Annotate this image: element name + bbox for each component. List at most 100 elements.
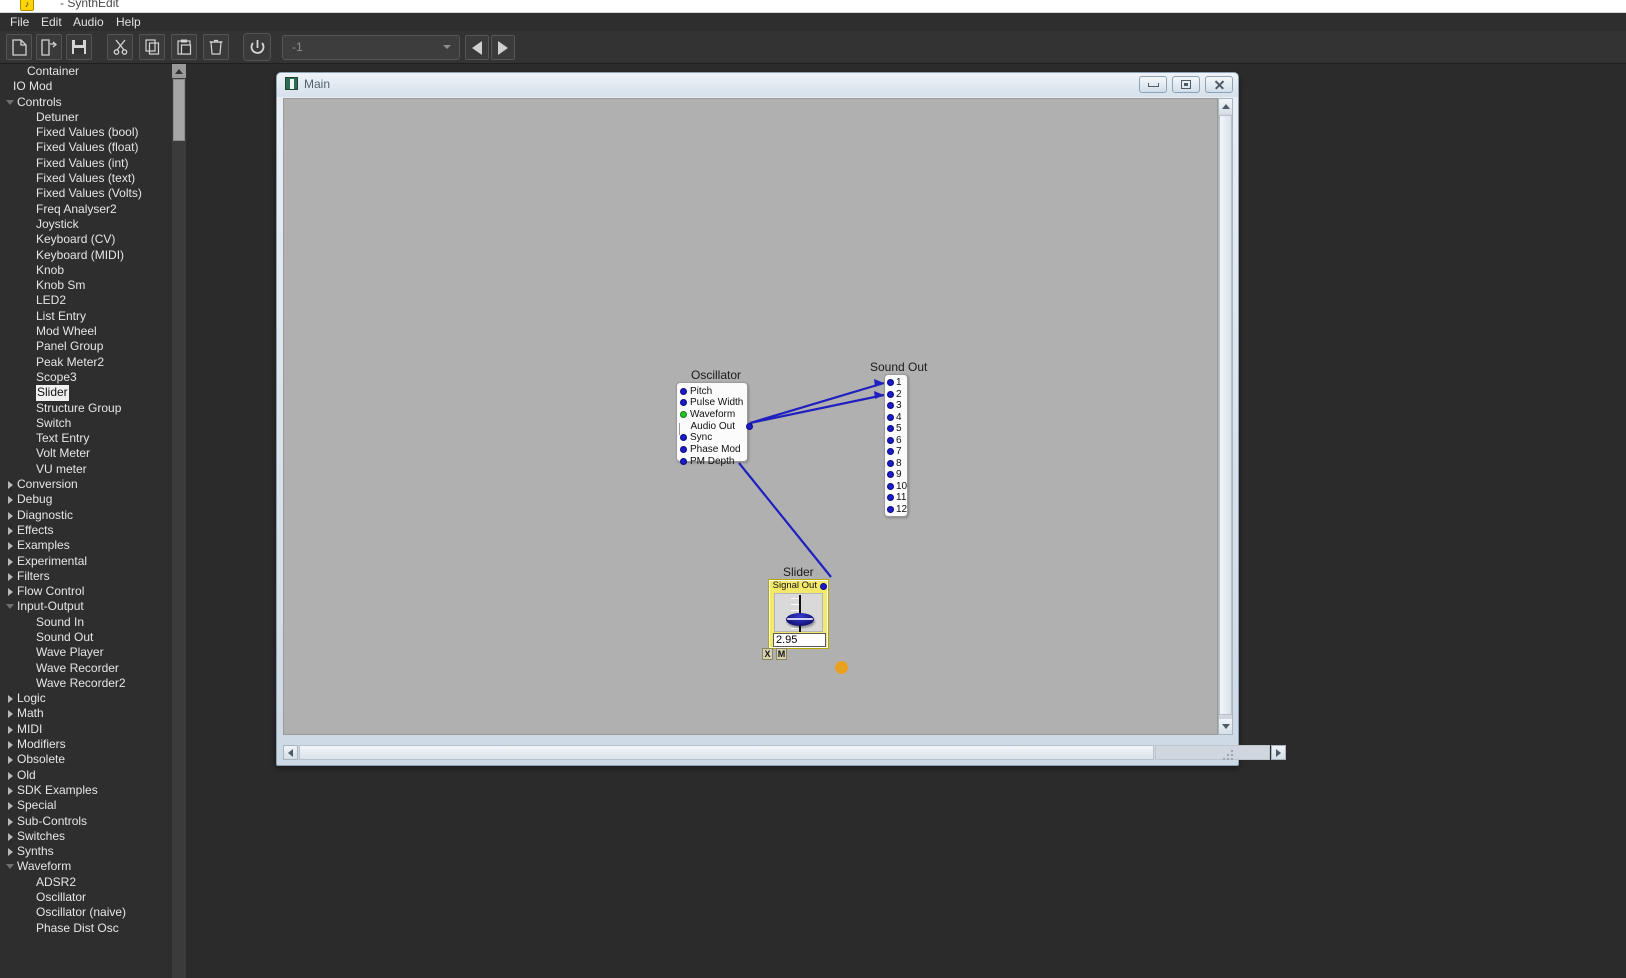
- mdi-titlebar[interactable]: Main: [277, 73, 1238, 97]
- sidebar-item-switches[interactable]: Switches: [0, 829, 172, 844]
- chevron-right-icon[interactable]: [8, 802, 13, 811]
- canvas-vertical-scrollbar[interactable]: [1218, 98, 1233, 735]
- sidebar-scrollbar[interactable]: [172, 64, 186, 978]
- sidebar-item-peak-meter2[interactable]: Peak Meter2: [0, 355, 172, 370]
- delete-button[interactable]: [203, 34, 229, 60]
- chevron-right-icon[interactable]: [8, 741, 13, 750]
- chevron-right-icon[interactable]: [8, 511, 13, 520]
- chevron-right-icon[interactable]: [8, 496, 13, 505]
- pin-dot-blue-icon[interactable]: [680, 446, 687, 453]
- chevron-right-icon[interactable]: [8, 572, 13, 581]
- pin-dot-blue-icon[interactable]: [680, 388, 687, 395]
- sidebar-item-knob[interactable]: Knob: [0, 263, 172, 278]
- sidebar-item-vu-meter[interactable]: VU meter: [0, 462, 172, 477]
- oscillator-module[interactable]: Pitch Pulse Width Waveform Audio Out Syn…: [676, 382, 753, 467]
- menu-item-audio[interactable]: Audio: [68, 14, 109, 30]
- maximize-button[interactable]: [1172, 76, 1200, 93]
- pin-dot-blue-icon[interactable]: [887, 425, 894, 432]
- sidebar-item-conversion[interactable]: Conversion: [0, 477, 172, 492]
- sidebar-item-fixed-values-text[interactable]: Fixed Values (text): [0, 171, 172, 186]
- sidebar-item-midi[interactable]: MIDI: [0, 722, 172, 737]
- sidebar-item-led2[interactable]: LED2: [0, 293, 172, 308]
- slider-control[interactable]: [774, 593, 823, 632]
- horizontal-scroll-track[interactable]: [1155, 745, 1270, 760]
- sidebar-item-math[interactable]: Math: [0, 706, 172, 721]
- sidebar-item-sdk-examples[interactable]: SDK Examples: [0, 783, 172, 798]
- sidebar-item-fixed-values-bool[interactable]: Fixed Values (bool): [0, 125, 172, 140]
- pin-dot-blue-icon[interactable]: [887, 402, 894, 409]
- sidebar-item-flow-control[interactable]: Flow Control: [0, 584, 172, 599]
- scroll-down-icon[interactable]: [1219, 719, 1232, 734]
- save-file-button[interactable]: [66, 34, 92, 60]
- sidebar-item-keyboard-midi[interactable]: Keyboard (MIDI): [0, 248, 172, 263]
- sidebar-item-detuner[interactable]: Detuner: [0, 110, 172, 125]
- pin-dot-blue-icon[interactable]: [820, 582, 827, 590]
- chevron-right-icon[interactable]: [8, 526, 13, 535]
- resize-grip[interactable]: [1222, 749, 1235, 762]
- sidebar-item-logic[interactable]: Logic: [0, 691, 172, 706]
- scroll-right-icon[interactable]: [1271, 745, 1286, 760]
- slider-output-pin-row[interactable]: Signal Out: [769, 580, 828, 592]
- chevron-down-icon[interactable]: [6, 864, 14, 870]
- chevron-right-icon[interactable]: [8, 832, 13, 841]
- sidebar-item-volt-meter[interactable]: Volt Meter: [0, 446, 172, 461]
- scroll-left-icon[interactable]: [283, 745, 298, 760]
- minimize-button[interactable]: [1139, 76, 1167, 93]
- pin-dot-blue-icon[interactable]: [887, 436, 894, 444]
- chevron-right-icon[interactable]: [8, 786, 13, 795]
- sidebar-item-structure-group[interactable]: Structure Group: [0, 401, 172, 416]
- chevron-right-icon[interactable]: [8, 848, 13, 857]
- cut-button[interactable]: [107, 34, 133, 60]
- chevron-down-icon[interactable]: [6, 99, 14, 105]
- sidebar-item-modifiers[interactable]: Modifiers: [0, 737, 172, 752]
- slider-m-button[interactable]: M: [776, 648, 787, 660]
- vertical-scroll-thumb[interactable]: [1219, 115, 1232, 715]
- pin-dot-blue-icon[interactable]: [887, 413, 894, 421]
- pin-dot-blue-icon[interactable]: [887, 390, 894, 398]
- sidebar-item-fixed-values-volts[interactable]: Fixed Values (Volts): [0, 186, 172, 201]
- close-button[interactable]: [1205, 76, 1233, 93]
- sidebar-item-freq-analyser2[interactable]: Freq Analyser2: [0, 202, 172, 217]
- sidebar-item-mod-wheel[interactable]: Mod Wheel: [0, 324, 172, 339]
- slider-thumb[interactable]: [786, 613, 814, 626]
- prev-preset-button[interactable]: [465, 35, 489, 60]
- patch-canvas[interactable]: Oscillator Pitch Pulse Width Waveform Au…: [283, 98, 1218, 735]
- sidebar-item-fixed-values-float[interactable]: Fixed Values (float): [0, 140, 172, 155]
- next-preset-button[interactable]: [491, 35, 515, 60]
- pin-dot-blue-icon[interactable]: [887, 494, 894, 501]
- pin-dot-blue-icon[interactable]: [887, 459, 894, 467]
- sidebar-item-keyboard-cv[interactable]: Keyboard (CV): [0, 232, 172, 247]
- menu-item-file[interactable]: File: [5, 14, 34, 30]
- sidebar-item-container[interactable]: Container: [0, 64, 172, 79]
- chevron-right-icon[interactable]: [8, 771, 13, 780]
- pin-dot-blue-icon[interactable]: [746, 423, 753, 430]
- sidebar-item-wave-player[interactable]: Wave Player: [0, 645, 172, 660]
- pin-dot-blue-icon[interactable]: [680, 434, 687, 441]
- scroll-up-icon[interactable]: [172, 64, 186, 78]
- sound-out-module[interactable]: 1 2 3 4 5 6 7 8 9 10 11 12: [884, 374, 908, 517]
- chevron-right-icon[interactable]: [8, 725, 13, 734]
- sidebar-item-fixed-values-int[interactable]: Fixed Values (int): [0, 156, 172, 171]
- drag-handle-dot[interactable]: [835, 661, 848, 674]
- pin-dot-blue-icon[interactable]: [680, 399, 687, 406]
- sidebar-item-debug[interactable]: Debug: [0, 492, 172, 507]
- sidebar-item-panel-group[interactable]: Panel Group: [0, 339, 172, 354]
- chevron-right-icon[interactable]: [8, 588, 13, 597]
- chevron-right-icon[interactable]: [8, 481, 13, 490]
- sidebar-item-examples[interactable]: Examples: [0, 538, 172, 553]
- sidebar-item-input-output[interactable]: Input-Output: [0, 599, 172, 614]
- sidebar-item-sound-in[interactable]: Sound In: [0, 615, 172, 630]
- sidebar-item-obsolete[interactable]: Obsolete: [0, 752, 172, 767]
- sidebar-item-filters[interactable]: Filters: [0, 569, 172, 584]
- sidebar-item-effects[interactable]: Effects: [0, 523, 172, 538]
- sidebar-scroll-thumb[interactable]: [173, 79, 185, 141]
- slider-x-button[interactable]: X: [762, 648, 773, 660]
- sidebar-item-slider[interactable]: Slider: [0, 385, 172, 401]
- sidebar-item-waveform[interactable]: Waveform: [0, 859, 172, 874]
- sidebar-item-diagnostic[interactable]: Diagnostic: [0, 508, 172, 523]
- chevron-right-icon[interactable]: [8, 817, 13, 826]
- pin-dot-blue-icon[interactable]: [887, 379, 894, 386]
- pin-dot-blue-icon[interactable]: [887, 482, 894, 490]
- pin-dot-green-icon[interactable]: [680, 411, 687, 418]
- sidebar-item-sound-out[interactable]: Sound Out: [0, 630, 172, 645]
